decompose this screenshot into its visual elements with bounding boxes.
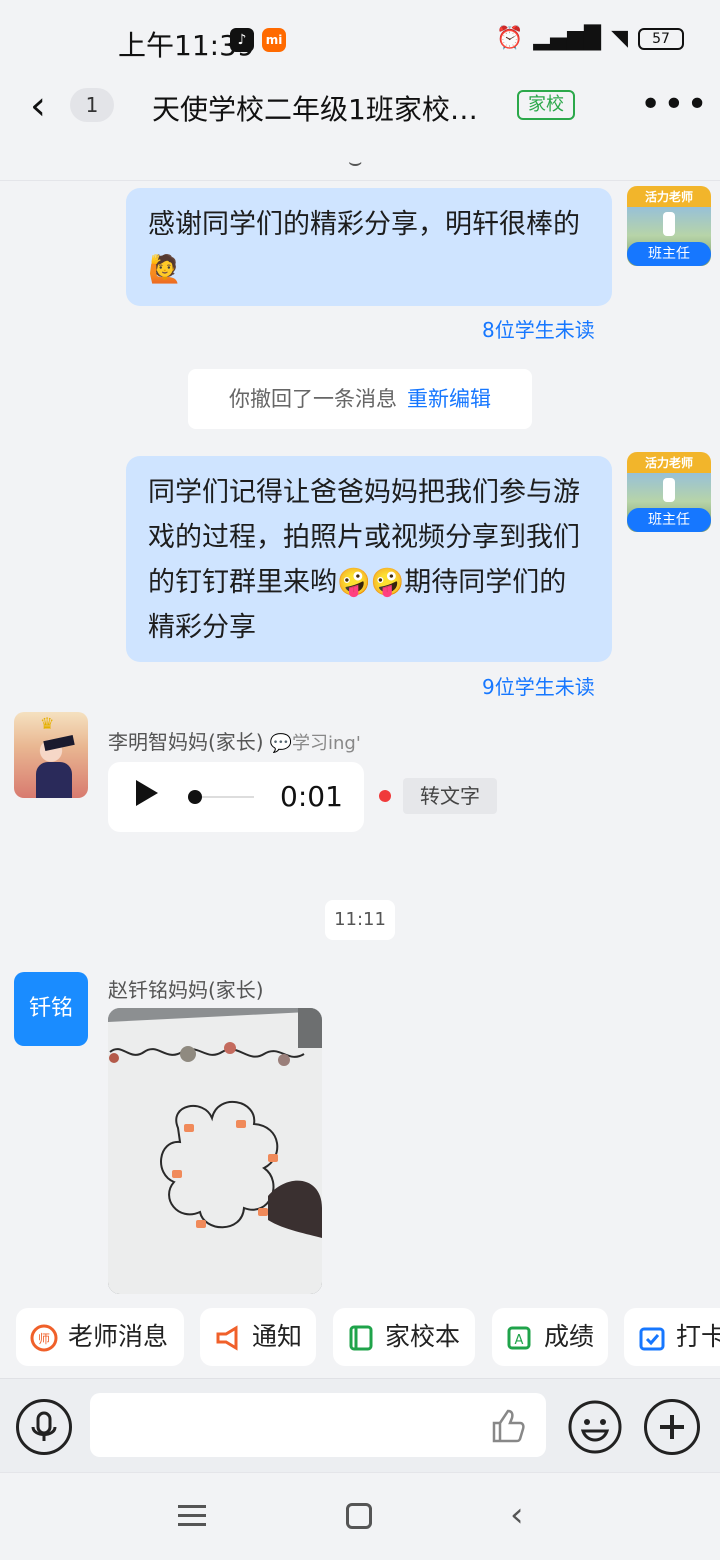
play-icon[interactable] xyxy=(136,780,158,806)
sender-name: 李明智妈妈(家长) 💬学习ing' xyxy=(108,726,361,755)
notebook-icon xyxy=(349,1325,373,1351)
svg-text:A: A xyxy=(515,1333,524,1348)
recall-text: 你撤回了一条消息 xyxy=(229,387,397,411)
parent-avatar[interactable]: ♛ xyxy=(14,712,88,798)
teacher-avatar[interactable]: 活力老师 班主任 xyxy=(627,452,711,532)
avatar-figure xyxy=(663,212,675,236)
microphone-icon xyxy=(31,1411,57,1441)
tiktok-icon: ♪ xyxy=(230,28,254,52)
home-icon[interactable] xyxy=(346,1503,372,1529)
voice-input-button[interactable] xyxy=(16,1399,72,1455)
speech-to-text-button[interactable]: 转文字 xyxy=(403,778,497,814)
chat-header: ‹ 1 天使学校二年级1班家校… 家校 ••• xyxy=(0,80,720,150)
system-nav-bar: ‹ xyxy=(0,1472,720,1560)
timestamp-chip: 11:11 xyxy=(325,900,395,940)
sender-name: 赵钎铭妈妈(家长) xyxy=(108,978,264,1002)
status-icons: ⏰ ▂▄▆█ ◥ 57 xyxy=(496,26,684,51)
teacher-avatar[interactable]: 活力老师 班主任 xyxy=(627,186,711,266)
thumbs-up-icon[interactable] xyxy=(488,1405,528,1445)
quick-action-label: 成绩 xyxy=(544,1322,595,1351)
quick-actions-bar: 师 老师消息 通知 家校本 A 成绩 打卡 xyxy=(0,1300,720,1380)
quick-action-label: 老师消息 xyxy=(68,1322,169,1351)
signal-icon: ▂▄▆█ xyxy=(533,26,602,51)
mi-icon: mi xyxy=(262,28,286,52)
avatar-banner: 活力老师 xyxy=(644,190,693,204)
emoji-icon[interactable] xyxy=(567,1399,623,1455)
quick-action-label: 家校本 xyxy=(385,1322,461,1351)
svg-text:师: 师 xyxy=(38,1332,50,1346)
megaphone-icon xyxy=(216,1325,238,1351)
message-input[interactable] xyxy=(90,1393,546,1457)
graduation-cap xyxy=(43,734,75,752)
collapse-chevron-icon[interactable]: ⌣ xyxy=(348,150,362,175)
sender-name-text: 李明智妈妈(家长) xyxy=(108,730,264,754)
graduation-gown xyxy=(36,762,72,798)
group-type-tag: 家校 xyxy=(517,90,575,120)
role-badge: 班主任 xyxy=(627,508,711,532)
quick-action-homework[interactable]: 家校本 xyxy=(333,1308,475,1366)
voice-duration: 0:01 xyxy=(280,780,343,813)
voice-message[interactable]: 0:01 xyxy=(108,762,364,832)
message-text: 同学们记得让爸爸妈妈把我们参与游戏的过程，拍照片或视频分享到我们的钉钉群里来哟🤪… xyxy=(148,477,580,643)
message-bubble[interactable]: 同学们记得让爸爸妈妈把我们参与游戏的过程，拍照片或视频分享到我们的钉钉群里来哟🤪… xyxy=(126,456,612,662)
parent-avatar[interactable]: 钎铭 xyxy=(14,972,88,1046)
recent-apps-icon[interactable] xyxy=(178,1505,206,1527)
photo-drawing xyxy=(108,1008,322,1294)
wifi-icon: ◥ xyxy=(611,26,628,51)
teacher-icon: 师 xyxy=(30,1324,58,1352)
sender-status: 💬学习ing' xyxy=(269,733,361,754)
unread-students-link[interactable]: 9位学生未读 xyxy=(482,671,595,700)
calendar-check-icon xyxy=(639,1327,665,1351)
unplayed-dot xyxy=(379,790,391,802)
message-text: 感谢同学们的精彩分享，明轩很棒的🙋 xyxy=(148,209,580,285)
add-attachment-button[interactable] xyxy=(644,1399,700,1455)
quick-action-notice[interactable]: 通知 xyxy=(200,1308,316,1366)
recall-notice: 你撤回了一条消息 重新编辑 xyxy=(188,369,532,429)
chat-title[interactable]: 天使学校二年级1班家校… xyxy=(152,88,478,128)
alarm-icon: ⏰ xyxy=(495,26,524,51)
quick-action-checkin[interactable]: 打卡 xyxy=(624,1308,720,1366)
message-bubble[interactable]: 感谢同学们的精彩分享，明轩很棒的🙋 xyxy=(126,188,612,306)
quick-action-label: 通知 xyxy=(252,1322,303,1351)
voice-progress-knob[interactable] xyxy=(188,790,202,804)
battery-icon: 57 xyxy=(638,27,684,50)
back-arrow-icon[interactable]: ‹ xyxy=(30,86,46,126)
quick-action-label: 打卡 xyxy=(676,1322,720,1351)
grade-icon: A xyxy=(507,1326,531,1350)
role-badge: 班主任 xyxy=(627,242,711,266)
crown-icon: ♛ xyxy=(40,714,55,733)
avatar-figure xyxy=(663,478,675,502)
photo-message[interactable] xyxy=(108,1008,322,1294)
avatar-banner: 活力老师 xyxy=(644,456,693,470)
quick-action-teacher-messages[interactable]: 师 老师消息 xyxy=(16,1308,184,1366)
re-edit-link[interactable]: 重新编辑 xyxy=(407,387,491,411)
more-options-icon[interactable]: ••• xyxy=(640,84,710,125)
unread-count-badge[interactable]: 1 xyxy=(70,88,114,122)
input-bar xyxy=(0,1378,720,1472)
unread-students-link[interactable]: 8位学生未读 xyxy=(482,314,595,343)
header-divider xyxy=(0,180,720,181)
quick-action-grades[interactable]: A 成绩 xyxy=(492,1308,608,1366)
status-bar: 上午11:39 ♪ mi ⏰ ▂▄▆█ ◥ 57 xyxy=(0,0,720,80)
nav-back-icon[interactable]: ‹ xyxy=(510,1495,524,1535)
